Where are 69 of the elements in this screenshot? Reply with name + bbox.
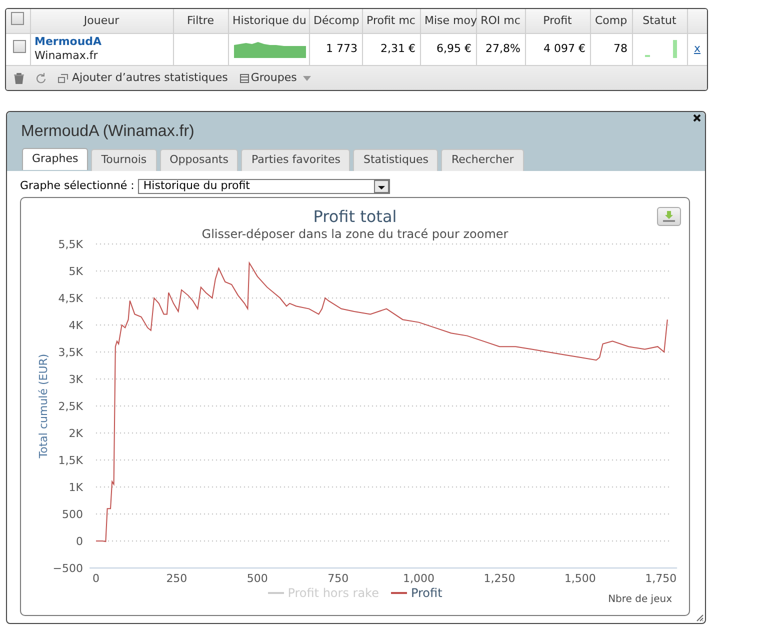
y-tick-label: 500: [62, 508, 83, 520]
y-tick-label: 2K: [68, 426, 83, 440]
column-header[interactable]: Mise moy: [420, 9, 476, 33]
add-window-icon: [58, 74, 68, 82]
y-tick-label: 5,5K: [58, 238, 83, 250]
column-header[interactable]: Filtre: [173, 9, 228, 33]
y-tick-label: 3,5K: [58, 346, 83, 358]
tab[interactable]: Statistiques: [353, 149, 438, 171]
tab[interactable]: Rechercher: [441, 149, 524, 171]
x-axis-title: Nbre de jeux: [608, 594, 672, 604]
graph-select[interactable]: Historique du profit: [138, 178, 390, 194]
column-header[interactable]: Profit mc: [362, 9, 420, 33]
x-tick-label: 750: [328, 572, 349, 584]
roi-value: 27,8%: [486, 42, 520, 55]
profit-value: 4 097 €: [544, 42, 586, 55]
tab[interactable]: Parties favorites: [241, 149, 350, 171]
y-axis-title: Total cumulé (EUR): [37, 353, 50, 458]
chart-title: Profit total: [313, 206, 397, 226]
chart-subtitle: Glisser-déposer dans la zone du tracé pour zoomer: [202, 226, 508, 240]
y-tick-label: −500: [52, 562, 83, 574]
y-tick-label: 1,5K: [58, 454, 83, 466]
column-header[interactable]: Statut: [632, 9, 687, 33]
profit-sparkline: [234, 40, 306, 58]
profit-mc-value: 2,31 €: [380, 42, 416, 55]
column-header[interactable]: Joueur: [30, 9, 173, 33]
avg-stake-value: 6,95 €: [436, 42, 472, 55]
graph-select-label: Graphe sélectionné :: [20, 178, 134, 194]
panel-title: MermoudA (Winamax.fr): [21, 122, 194, 142]
checkbox[interactable]: [12, 40, 26, 53]
download-button[interactable]: [657, 206, 681, 226]
column-header[interactable]: ROI mc: [476, 9, 525, 33]
column-header[interactable]: Comp: [590, 9, 632, 33]
caret-icon: [302, 76, 311, 80]
tab[interactable]: Graphes: [22, 148, 88, 170]
resize-grip-icon: [696, 614, 704, 622]
download-icon: [663, 210, 675, 222]
tab[interactable]: Tournois: [91, 149, 157, 171]
x-tick-label: 1,500: [564, 572, 596, 584]
remove-link[interactable]: x: [694, 42, 700, 55]
column-header[interactable]: Profit: [525, 9, 590, 33]
y-tick-label: 1K: [68, 480, 83, 494]
site-name: Winamax.fr: [34, 49, 98, 64]
y-tick-label: 3K: [68, 372, 83, 386]
comp-value: 78: [614, 42, 628, 55]
x-tick-label: 1,000: [403, 572, 435, 584]
tab[interactable]: Opposants: [160, 149, 238, 171]
header-cell: [687, 9, 707, 33]
legend-item[interactable]: Profit: [390, 584, 442, 602]
x-tick-label: 0: [92, 572, 100, 584]
x-tick-label: 250: [166, 572, 188, 584]
y-tick-label: 5K: [68, 264, 83, 278]
groups-button[interactable]: Groupes: [240, 70, 311, 86]
player-name-link[interactable]: MermoudA: [34, 35, 102, 50]
x-tick-label: 1,750: [645, 572, 677, 584]
column-header[interactable]: Historique du: [228, 9, 309, 33]
refresh-icon[interactable]: [36, 72, 46, 84]
y-tick-label: 0: [76, 534, 83, 548]
trash-icon[interactable]: [14, 72, 24, 84]
column-header[interactable]: Décomp: [309, 9, 362, 33]
close-icon[interactable]: [692, 113, 702, 123]
grid-icon: [240, 74, 249, 82]
y-tick-label: 4,5K: [58, 292, 83, 304]
x-tick-label: 500: [246, 572, 268, 584]
y-tick-label: 2,5K: [58, 400, 83, 412]
x-tick-label: 1,250: [484, 572, 516, 584]
checkbox[interactable]: [11, 12, 24, 24]
y-tick-label: 4K: [68, 318, 83, 332]
add-stats-button[interactable]: Ajouter d’autres statistiques: [58, 70, 228, 86]
games-count: 1 773: [326, 42, 358, 55]
